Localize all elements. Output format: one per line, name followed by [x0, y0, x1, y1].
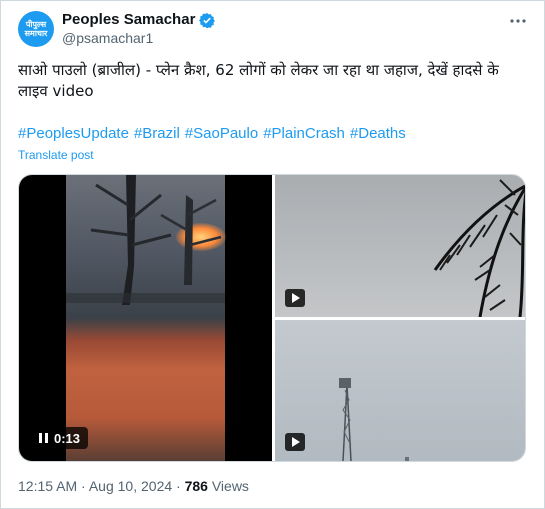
video-time: 0:13	[54, 430, 81, 446]
tower-silhouette	[339, 378, 409, 461]
play-icon[interactable]	[285, 433, 305, 451]
video-thumbnail-bottom[interactable]	[275, 320, 525, 461]
video-time-badge[interactable]: 0:13	[31, 427, 89, 449]
tree-silhouettes	[66, 175, 225, 305]
author-handle[interactable]: @psamachar1	[62, 30, 153, 46]
avatar-text-line1: पीपुल्स	[25, 20, 47, 29]
hashtag-link[interactable]: #PeoplesUpdate	[18, 125, 129, 142]
post-meta: 12:15 AM · Aug 10, 2024 · 786 Views	[18, 478, 249, 494]
video-player[interactable]: 0:13	[19, 175, 272, 461]
media-grid: 0:13	[18, 174, 526, 462]
meta-separator: ·	[176, 478, 181, 494]
hashtag-link[interactable]: #PlainCrash	[263, 125, 345, 142]
pause-icon[interactable]	[39, 433, 48, 443]
avatar[interactable]: पीपुल्स समाचार	[18, 11, 54, 47]
hashtag-link[interactable]: #Deaths	[350, 125, 406, 142]
palm-leaves	[433, 179, 525, 317]
views-label: Views	[211, 478, 249, 494]
video-frame	[66, 175, 226, 461]
hashtag-link[interactable]: #SaoPaulo	[185, 125, 258, 142]
hashtag-list: #PeoplesUpdate #Brazil #SaoPaulo #PlainC…	[18, 125, 406, 142]
video-thumbnail-top[interactable]	[275, 175, 525, 317]
avatar-text-line2: समाचार	[24, 29, 48, 38]
play-icon[interactable]	[285, 289, 305, 307]
views-count: 786	[184, 478, 208, 494]
author-name-row: Peoples Samachar	[62, 11, 216, 28]
post-date[interactable]: Aug 10, 2024	[89, 478, 172, 494]
meta-separator: ·	[81, 478, 86, 494]
post-time[interactable]: 12:15 AM	[18, 478, 77, 494]
translate-post-link[interactable]: Translate post	[18, 148, 94, 162]
post-text: साओ पाउलो (ब्राजील) - प्लेन क्रैश, 62 लो…	[18, 61, 499, 100]
verified-badge-icon	[199, 12, 216, 28]
hashtag-link[interactable]: #Brazil	[134, 125, 180, 142]
more-icon[interactable]	[509, 12, 527, 35]
author-display-name[interactable]: Peoples Samachar	[62, 11, 195, 28]
